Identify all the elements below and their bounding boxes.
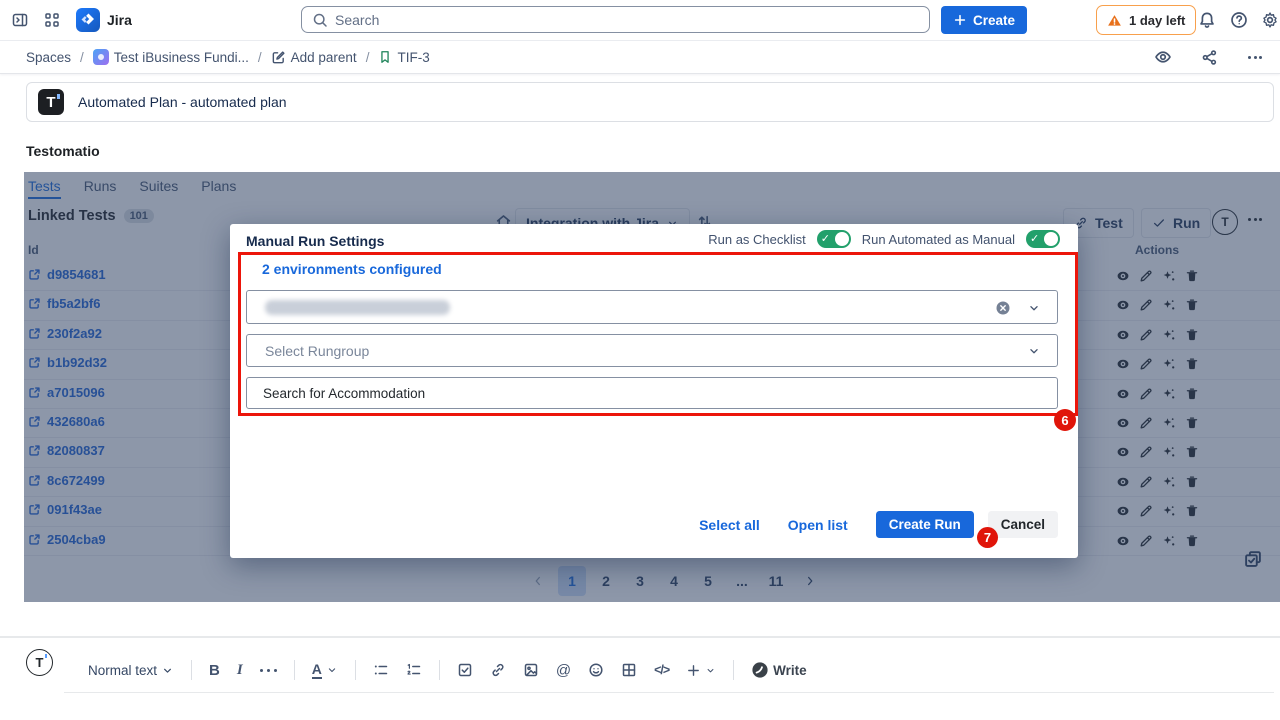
search-icon (312, 12, 328, 28)
smart-link-card[interactable]: T Automated Plan - automated plan (26, 82, 1274, 122)
run-automated-as-manual-toggle[interactable]: ✓ (1026, 230, 1060, 248)
breadcrumb-add-parent[interactable]: Add parent (271, 50, 357, 65)
toolbar-separator (733, 660, 734, 680)
modal-toggles: Run as Checklist ✓ Run Automated as Manu… (708, 230, 1060, 248)
sidebar-toggle-icon[interactable] (12, 12, 28, 28)
modal-title: Manual Run Settings (246, 233, 384, 249)
widget-heading: Testomatio (26, 143, 100, 159)
emoji-button[interactable] (588, 662, 604, 678)
search-input[interactable]: Search (301, 6, 930, 33)
modal-footer: Select all Open list Create Run Cancel (699, 511, 1058, 538)
space-avatar (93, 49, 109, 65)
toolbar-separator (191, 660, 192, 680)
rungroup-select[interactable]: Select Rungroup (246, 334, 1058, 367)
breadcrumb-issue[interactable]: TIF-3 (378, 50, 429, 65)
warning-icon (1107, 13, 1122, 28)
notifications-bell-icon[interactable] (1198, 11, 1216, 29)
open-list-button[interactable]: Open list (788, 517, 848, 533)
toolbar-separator (294, 660, 295, 680)
editor-divider (0, 636, 1280, 638)
annotation-step-6: 6 (1054, 409, 1076, 431)
plus-icon (953, 13, 967, 27)
top-navigation-bar: Jira Search Create 1 day left (0, 0, 1280, 41)
insert-table-button[interactable] (621, 662, 637, 678)
breadcrumb-space[interactable]: Test iBusiness Fundi... (93, 49, 249, 65)
cancel-button[interactable]: Cancel (988, 511, 1058, 538)
environments-configured-link[interactable]: 2 environments configured (262, 261, 442, 277)
app-title: Jira (107, 12, 132, 28)
more-actions-icon[interactable] (1240, 45, 1270, 69)
breadcrumb: Spaces / Test iBusiness Fundi... / Add p… (26, 41, 430, 73)
toolbar-separator (439, 660, 440, 680)
ai-logo-icon (751, 661, 769, 679)
watch-eye-icon[interactable] (1148, 45, 1178, 69)
toolbar-separator (355, 660, 356, 680)
insert-more-dropdown[interactable] (686, 663, 716, 678)
chevron-down-icon[interactable] (1027, 344, 1041, 358)
select-all-button[interactable]: Select all (699, 517, 760, 533)
task-checkbox-button[interactable] (457, 662, 473, 678)
mention-button[interactable]: @ (556, 662, 571, 679)
search-placeholder: Search (335, 12, 379, 28)
code-button[interactable]: </> (654, 663, 669, 677)
jira-page: Jira Search Create 1 day left (0, 0, 1280, 720)
chevron-down-icon[interactable] (1027, 301, 1041, 315)
share-icon[interactable] (1194, 45, 1224, 69)
text-style-dropdown[interactable]: Normal text (88, 663, 174, 678)
editor-toolbar: Normal text B I A @ (64, 648, 1274, 693)
clear-x-circle-icon[interactable] (995, 300, 1011, 316)
bullet-list-button[interactable] (373, 662, 389, 678)
help-icon[interactable] (1230, 11, 1248, 29)
bold-button[interactable]: B (209, 662, 220, 679)
create-run-button[interactable]: Create Run (876, 511, 974, 538)
testomatio-logo-icon: T (38, 89, 64, 115)
app-switcher-icon[interactable] (44, 12, 60, 28)
test-search-input[interactable]: Search for Accommodation (246, 377, 1058, 409)
breadcrumb-bar: Spaces / Test iBusiness Fundi... / Add p… (0, 41, 1280, 74)
create-button[interactable]: Create (941, 6, 1027, 34)
more-formatting-icon[interactable] (260, 669, 277, 672)
annotation-step-7: 7 (977, 527, 998, 548)
settings-gear-icon[interactable] (1261, 11, 1279, 29)
test-search-value: Search for Accommodation (263, 386, 425, 401)
ai-write-button[interactable]: Write (751, 661, 807, 679)
jira-logo-icon[interactable] (76, 8, 100, 32)
trial-countdown-button[interactable]: 1 day left (1096, 5, 1196, 35)
numbered-list-button[interactable] (406, 662, 422, 678)
redacted-environment-value (265, 300, 450, 315)
plan-title: Automated Plan - automated plan (78, 94, 287, 110)
manual-run-settings-modal: Manual Run Settings Run as Checklist ✓ R… (230, 224, 1078, 558)
italic-button[interactable]: I (237, 662, 243, 679)
toggle-automated-label: Run Automated as Manual (862, 232, 1015, 247)
edit-icon (271, 50, 286, 65)
bookmark-icon (378, 50, 392, 64)
link-button[interactable] (490, 662, 506, 678)
text-color-dropdown[interactable]: A (312, 662, 338, 679)
insert-image-button[interactable] (523, 662, 539, 678)
run-as-checklist-toggle[interactable]: ✓ (817, 230, 851, 248)
environment-select[interactable] (246, 290, 1058, 324)
toggle-checklist-label: Run as Checklist (708, 232, 806, 247)
rungroup-placeholder: Select Rungroup (265, 343, 369, 359)
testomatio-avatar-icon: T (26, 649, 53, 676)
breadcrumb-spaces[interactable]: Spaces (26, 50, 71, 65)
